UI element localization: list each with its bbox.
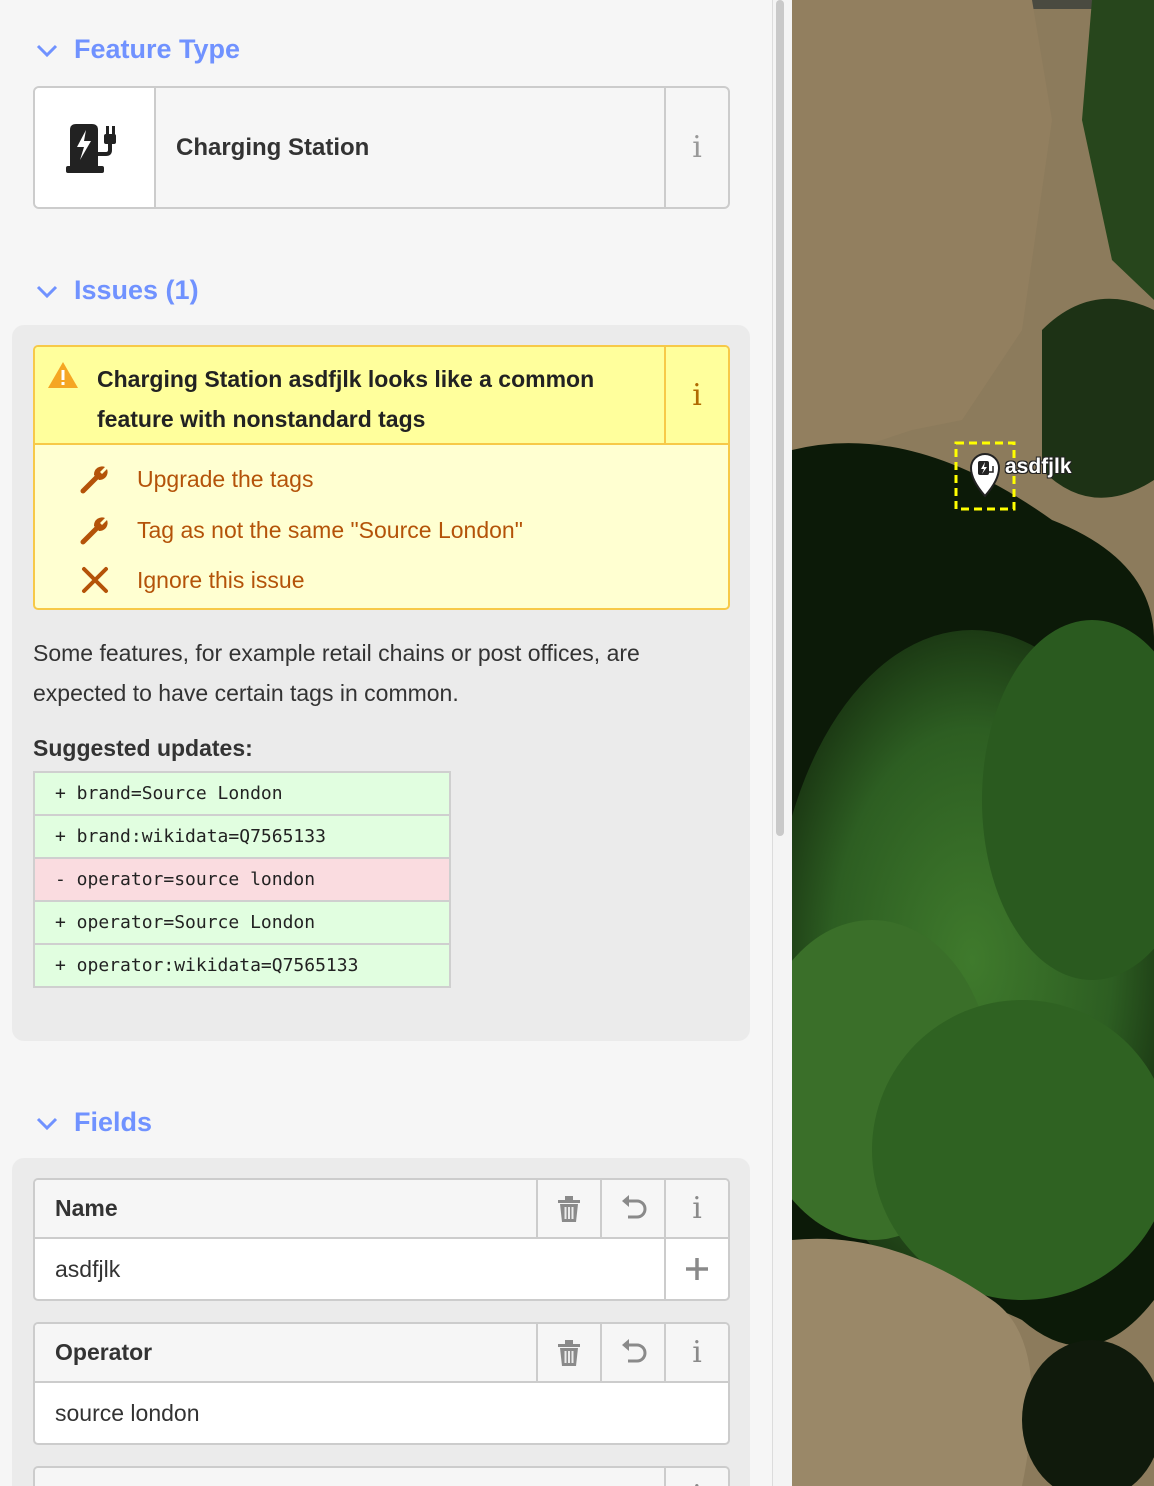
fix-ignore-issue[interactable]: Ignore this issue <box>79 564 304 596</box>
fields-heading: Fields <box>74 1107 153 1137</box>
feature-type-section-toggle[interactable]: Feature Type <box>34 34 240 65</box>
inspector-sidebar: Feature Type Charging Station i Issues (… <box>0 0 772 1486</box>
fix-label: Ignore this issue <box>137 566 305 593</box>
trash-icon <box>558 1339 580 1366</box>
charging-station-icon <box>35 88 156 207</box>
name-field-label: Name <box>55 1195 118 1221</box>
issues-section-toggle[interactable]: Issues (1) <box>34 275 199 306</box>
undo-icon <box>622 1338 647 1362</box>
fields-section-toggle[interactable]: Fields <box>34 1107 152 1138</box>
operator-input[interactable]: source london <box>35 1383 728 1443</box>
feature-type-heading: Feature Type <box>74 34 241 64</box>
suggested-updates-table: + brand=Source London + brand:wikidata=Q… <box>33 771 451 988</box>
chevron-down-icon <box>36 285 58 298</box>
issue-message: Charging Station asdfjlk looks like a co… <box>97 366 595 432</box>
issues-panel: Charging Station asdfjlk looks like a co… <box>12 325 750 1041</box>
name-input[interactable]: asdfjlk <box>35 1239 664 1299</box>
issue-info-button[interactable]: i <box>664 347 728 443</box>
diff-cell: + brand:wikidata=Q7565133 <box>33 814 451 859</box>
wrench-icon <box>80 466 108 494</box>
warning-icon <box>48 362 78 388</box>
fix-upgrade-tags[interactable]: Upgrade the tags <box>79 463 313 495</box>
diff-row-add: + operator=Source London <box>33 900 451 945</box>
preset-selector[interactable]: Charging Station i <box>33 86 730 209</box>
diff-row-add: + brand:wikidata=Q7565133 <box>33 814 451 859</box>
sidebar-scrollbar[interactable] <box>776 0 784 836</box>
undo-icon <box>622 1194 647 1218</box>
issue-description: Some features, for example retail chains… <box>33 640 640 706</box>
fix-label: Tag as not the same "Source London" <box>137 516 523 543</box>
wrench-icon <box>80 517 108 545</box>
next-field-label <box>35 1468 664 1486</box>
chevron-down-icon <box>36 44 58 57</box>
issues-heading: Issues (1) <box>74 275 199 305</box>
issue-header[interactable]: Charging Station asdfjlk looks like a co… <box>35 347 728 445</box>
diff-row-remove: - operator=source london <box>33 857 451 902</box>
remove-button[interactable] <box>536 1180 600 1237</box>
map-view[interactable]: asdfjlk <box>792 0 1154 1486</box>
name-info-button[interactable]: i <box>664 1180 728 1237</box>
preset-info-button[interactable]: i <box>664 88 728 207</box>
name-field: Name i asdfjlk <box>33 1178 730 1301</box>
close-icon <box>82 567 108 593</box>
operator-info-button[interactable]: i <box>664 1324 728 1381</box>
undo-button[interactable] <box>600 1324 664 1381</box>
diff-cell: + operator=Source London <box>33 900 451 945</box>
fields-panel: Name i asdfjlk Operator i source london <box>12 1158 750 1486</box>
preset-name: Charging Station <box>176 133 370 161</box>
diff-row-add: + operator:wikidata=Q7565133 <box>33 943 451 988</box>
diff-cell: + brand=Source London <box>33 771 451 816</box>
trash-icon <box>558 1195 580 1222</box>
diff-cell: + operator:wikidata=Q7565133 <box>33 943 451 988</box>
next-field: i <box>33 1466 730 1486</box>
fix-label: Upgrade the tags <box>137 465 314 492</box>
diff-row-add: + brand=Source London <box>33 771 451 816</box>
suggested-updates-title: Suggested updates: <box>33 735 253 761</box>
remove-button[interactable] <box>536 1324 600 1381</box>
add-localized-name-button[interactable] <box>664 1239 728 1299</box>
undo-button[interactable] <box>600 1180 664 1237</box>
next-field-info-button[interactable]: i <box>664 1468 728 1486</box>
diff-cell: - operator=source london <box>33 857 451 902</box>
chevron-down-icon <box>36 1117 58 1130</box>
operator-field: Operator i source london <box>33 1322 730 1445</box>
plus-icon <box>686 1258 708 1280</box>
fix-tag-not-same[interactable]: Tag as not the same "Source London" <box>79 514 523 546</box>
operator-field-label: Operator <box>55 1339 153 1365</box>
aerial-imagery <box>792 0 1154 1486</box>
issue-card: Charging Station asdfjlk looks like a co… <box>33 345 730 610</box>
map-feature-label: asdfjlk <box>1005 455 1072 478</box>
